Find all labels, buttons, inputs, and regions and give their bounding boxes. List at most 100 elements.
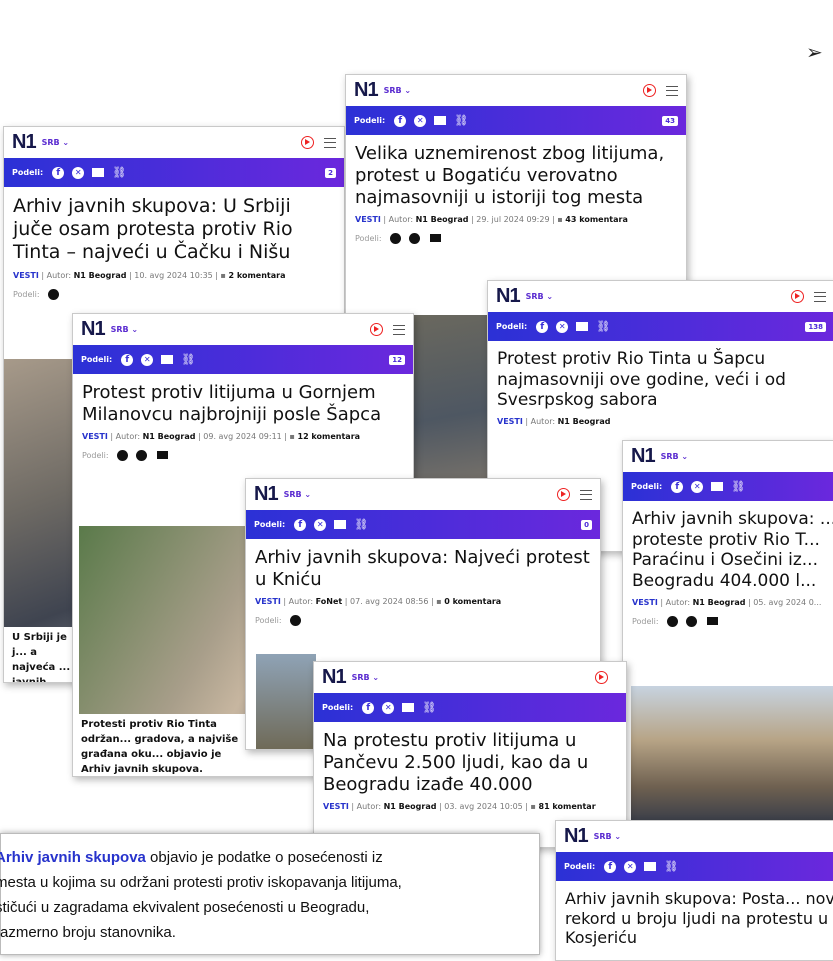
facebook-icon[interactable]: f bbox=[671, 480, 684, 493]
article-title[interactable]: Na protestu protiv litijuma u Pančevu 2.… bbox=[314, 722, 626, 796]
live-play-icon[interactable] bbox=[557, 488, 570, 501]
comments-badge[interactable]: 12 bbox=[389, 354, 405, 365]
region-select[interactable]: SRB ⌄ bbox=[661, 452, 689, 461]
x-icon[interactable]: ✕ bbox=[414, 114, 427, 127]
facebook-icon[interactable] bbox=[116, 449, 128, 461]
facebook-icon[interactable]: f bbox=[394, 114, 407, 127]
mail-icon[interactable] bbox=[434, 116, 447, 125]
x-icon[interactable]: ✕ bbox=[556, 320, 569, 333]
link-icon[interactable]: ⛓ bbox=[354, 518, 368, 531]
article-title[interactable]: Arhiv javnih skupova: U Srbiji juče osam… bbox=[4, 187, 344, 265]
comments-badge[interactable]: 2 bbox=[325, 167, 336, 178]
live-play-icon[interactable] bbox=[301, 136, 314, 149]
article-photo bbox=[631, 686, 833, 821]
article-title[interactable]: Arhiv javnih skupova: ... proteste proti… bbox=[623, 501, 833, 592]
menu-icon[interactable] bbox=[814, 291, 826, 302]
facebook-icon[interactable]: f bbox=[294, 518, 307, 531]
article-meta: VESTI | Autor: N1 Beograd | 03. avg 2024… bbox=[323, 801, 596, 811]
live-play-icon[interactable] bbox=[643, 84, 656, 97]
x-icon[interactable] bbox=[408, 232, 420, 244]
n1-logo: N1 bbox=[631, 445, 656, 467]
facebook-icon[interactable] bbox=[47, 288, 59, 300]
link-icon[interactable]: ⛓ bbox=[664, 860, 678, 873]
share-bar: Podeli: f ✕ ⛓ bbox=[623, 472, 833, 501]
mail-icon[interactable] bbox=[92, 168, 105, 177]
live-play-icon[interactable] bbox=[370, 323, 383, 336]
facebook-icon[interactable]: f bbox=[121, 353, 134, 366]
link-icon[interactable]: ⛓ bbox=[181, 353, 195, 366]
share-bar: Podeli: f ✕ ⛓ bbox=[556, 852, 833, 881]
comments-badge[interactable]: 43 bbox=[662, 115, 678, 126]
article-title[interactable]: Arhiv javnih skupova: Posta... novi reko… bbox=[556, 881, 833, 948]
mail-icon[interactable] bbox=[334, 520, 347, 529]
header-bar: N1 SRB ⌄ bbox=[488, 281, 833, 312]
facebook-icon[interactable]: f bbox=[52, 166, 65, 179]
mail-icon[interactable] bbox=[161, 355, 174, 364]
comments-badge[interactable]: 138 bbox=[805, 321, 826, 332]
menu-icon[interactable] bbox=[580, 489, 592, 500]
share-bar: Podeli: f ✕ ⛓ 12 bbox=[73, 345, 413, 374]
facebook-icon[interactable] bbox=[666, 615, 678, 627]
article-title[interactable]: Velika uznemirenost zbog litijuma, prote… bbox=[346, 135, 686, 209]
n1-logo: N1 bbox=[322, 666, 347, 688]
share-toolbar: Podeli: bbox=[73, 441, 413, 461]
x-icon[interactable]: ✕ bbox=[72, 166, 85, 179]
link-icon[interactable]: ⛓ bbox=[596, 320, 610, 333]
menu-icon[interactable] bbox=[393, 324, 405, 335]
note-line-1: objavio je podatke o posećenosti iz bbox=[145, 849, 383, 866]
x-icon[interactable]: ✕ bbox=[314, 518, 327, 531]
mail-icon[interactable] bbox=[644, 862, 657, 871]
mail-icon[interactable] bbox=[706, 617, 718, 626]
article-title[interactable]: Protest protiv litijuma u Gornjem Milano… bbox=[73, 374, 413, 426]
share-toolbar: Podeli: bbox=[623, 607, 833, 627]
share-label: Podeli: bbox=[631, 482, 663, 491]
x-icon[interactable]: ✕ bbox=[691, 480, 704, 493]
n1-logo: N1 bbox=[254, 483, 279, 505]
link-icon[interactable]: ⛓ bbox=[454, 114, 468, 127]
article-meta: VESTI | Autor: N1 Beograd bbox=[497, 417, 611, 427]
article-meta: VESTI | Autor: N1 Beograd | 29. jul 2024… bbox=[355, 214, 628, 224]
live-play-icon[interactable] bbox=[595, 671, 608, 684]
header-bar: N1 SRB ⌄ bbox=[346, 75, 686, 106]
region-select[interactable]: SRB ⌄ bbox=[526, 292, 554, 301]
comments-badge[interactable]: 0 bbox=[581, 519, 592, 530]
note-highlight: Arhiv javnih skupova bbox=[0, 849, 146, 866]
menu-icon[interactable] bbox=[324, 137, 336, 148]
mail-icon[interactable] bbox=[711, 482, 724, 491]
region-select[interactable]: SRB ⌄ bbox=[352, 673, 380, 682]
header-bar: N1 SRB ⌄ bbox=[73, 314, 413, 345]
facebook-icon[interactable]: f bbox=[536, 320, 549, 333]
article-photo bbox=[256, 654, 316, 749]
mail-icon[interactable] bbox=[402, 703, 415, 712]
region-select[interactable]: SRB ⌄ bbox=[284, 490, 312, 499]
article-title[interactable]: Protest protiv Rio Tinta u Šapcu najmaso… bbox=[488, 341, 833, 411]
region-select[interactable]: SRB ⌄ bbox=[594, 832, 622, 841]
region-select[interactable]: SRB ⌄ bbox=[111, 325, 139, 334]
x-icon[interactable]: ✕ bbox=[141, 353, 154, 366]
region-select[interactable]: SRB ⌄ bbox=[42, 138, 70, 147]
n1-logo: N1 bbox=[354, 79, 379, 101]
facebook-icon[interactable]: f bbox=[362, 701, 375, 714]
note-line-3: stičući u zagradama ekvivalent posećenos… bbox=[0, 899, 370, 916]
link-icon[interactable]: ⛓ bbox=[112, 166, 126, 179]
x-icon[interactable]: ✕ bbox=[382, 701, 395, 714]
article-card-8[interactable]: N1 SRB ⌄ Podeli: f ✕ ⛓ Arhiv javnih skupova:… bbox=[555, 820, 833, 961]
article-title[interactable]: Arhiv javnih skupova: Najveći protest u … bbox=[246, 539, 600, 591]
x-icon[interactable]: ✕ bbox=[624, 860, 637, 873]
facebook-icon[interactable] bbox=[389, 232, 401, 244]
facebook-icon[interactable] bbox=[289, 614, 301, 626]
header-bar: N1 SRB ⌄ bbox=[4, 127, 344, 158]
link-icon[interactable]: ⛓ bbox=[422, 701, 436, 714]
mail-icon[interactable] bbox=[156, 451, 168, 460]
menu-icon[interactable] bbox=[666, 85, 678, 96]
live-play-icon[interactable] bbox=[791, 290, 804, 303]
mail-icon[interactable] bbox=[576, 322, 589, 331]
mail-icon[interactable] bbox=[429, 234, 441, 243]
link-icon[interactable]: ⛓ bbox=[731, 480, 745, 493]
facebook-icon[interactable]: f bbox=[604, 860, 617, 873]
share-label: Podeli: bbox=[254, 520, 286, 529]
region-select[interactable]: SRB ⌄ bbox=[384, 86, 412, 95]
article-card-6[interactable]: N1 SRB ⌄ Podeli: f ✕ ⛓ Arhiv javnih skupova:… bbox=[622, 440, 833, 822]
x-icon[interactable] bbox=[135, 449, 147, 461]
x-icon[interactable] bbox=[685, 615, 697, 627]
